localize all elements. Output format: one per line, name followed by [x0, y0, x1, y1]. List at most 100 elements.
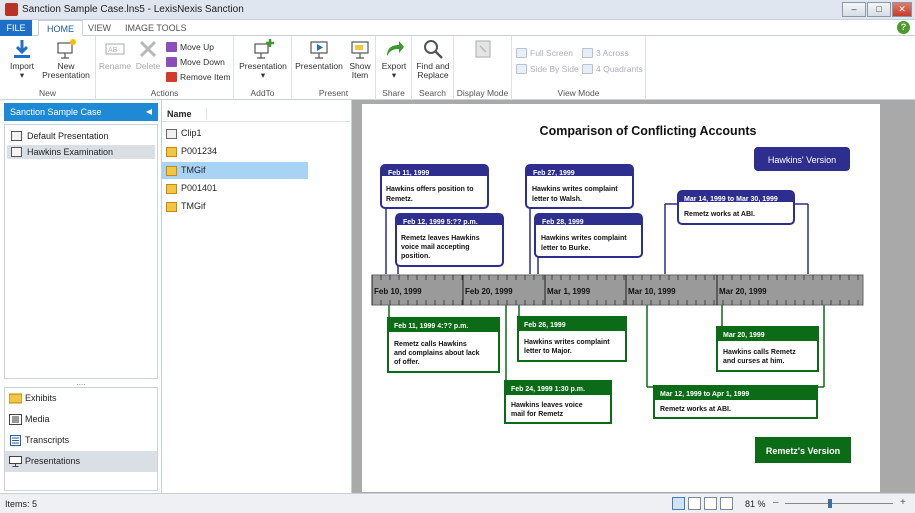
- presentations-icon: [9, 456, 22, 467]
- nav-item-transcripts[interactable]: Transcripts: [5, 430, 157, 451]
- maximize-button[interactable]: □: [867, 2, 891, 17]
- zoom-out-button[interactable]: –: [773, 497, 779, 508]
- ribbon-group-actions: AB Rename Delete Move Up Move Down Remov…: [96, 36, 234, 100]
- nav-item-media[interactable]: Media: [5, 409, 157, 430]
- case-header[interactable]: Sanction Sample Case ◀: [4, 103, 158, 121]
- tab-file[interactable]: FILE: [0, 20, 32, 36]
- side-by-side-icon: [516, 64, 527, 74]
- ribbon-group-share: Export ▾ Share: [376, 36, 412, 100]
- rename-button[interactable]: AB Rename: [98, 38, 132, 71]
- svg-text:Hawkins offers position to: Hawkins offers position to: [386, 186, 474, 193]
- import-button[interactable]: Import ▾: [6, 38, 38, 80]
- remetz-event: Feb 11, 1999 4:?? p.m. Remetz calls Hawk…: [387, 317, 500, 373]
- image-icon: [166, 147, 177, 157]
- tab-image-tools[interactable]: IMAGE TOOLS: [117, 20, 195, 36]
- collapse-chevron-icon[interactable]: ◀: [146, 103, 152, 121]
- svg-text:Feb 11, 1999 4:?? p.m.: Feb 11, 1999 4:?? p.m.: [394, 323, 468, 330]
- presentation-item-default[interactable]: Default Presentation: [7, 129, 155, 143]
- transcripts-icon: [10, 435, 21, 446]
- remetz-event: Mar 20, 1999 Hawkins calls Remetz and cu…: [716, 326, 819, 372]
- find-replace-button[interactable]: Find and Replace: [414, 38, 452, 80]
- media-icon: [9, 414, 22, 425]
- list-item[interactable]: Clip1: [162, 125, 308, 142]
- move-down-button[interactable]: Move Down: [166, 55, 225, 69]
- group-label-actions: Actions: [150, 88, 179, 98]
- add-to-presentation-button[interactable]: Presentation ▾: [237, 38, 289, 80]
- delete-button[interactable]: Delete: [133, 38, 163, 71]
- actual-size-icon[interactable]: [720, 497, 733, 510]
- hawkins-event: Feb 27, 1999 Hawkins writes complaint le…: [525, 164, 634, 209]
- new-presentation-icon: [57, 39, 76, 59]
- move-up-button[interactable]: Move Up: [166, 40, 214, 54]
- slide-title: Comparison of Conflicting Accounts: [540, 124, 757, 138]
- timeline-graphic: Comparison of Conflicting Accounts Hawki…: [371, 124, 864, 463]
- tab-view[interactable]: VIEW: [80, 20, 119, 36]
- svg-text:letter to Major.: letter to Major.: [524, 348, 572, 355]
- svg-text:Remetz works at ABI.: Remetz works at ABI.: [660, 406, 731, 413]
- svg-text:Hawkins leaves voice: Hawkins leaves voice: [511, 402, 583, 409]
- list-item[interactable]: P001401: [162, 180, 308, 197]
- svg-text:Feb 27, 1999: Feb 27, 1999: [533, 170, 575, 177]
- hawkins-event: Feb 11, 1999 Hawkins offers position to …: [380, 164, 489, 209]
- ribbon-group-view-mode: Full Screen 3 Across Side By Side 4 Quad…: [512, 36, 646, 100]
- move-down-icon: [166, 57, 177, 67]
- three-across-button[interactable]: 3 Across: [582, 46, 629, 60]
- svg-text:voice mail accepting: voice mail accepting: [401, 244, 469, 251]
- svg-text:Feb 12, 1999 5:?? p.m.: Feb 12, 1999 5:?? p.m.: [403, 219, 478, 226]
- svg-text:position.: position.: [401, 253, 430, 260]
- zoom-slider-track[interactable]: [785, 503, 893, 504]
- help-icon[interactable]: ?: [897, 21, 910, 34]
- show-item-button[interactable]: Show Item: [346, 38, 374, 80]
- list-item[interactable]: TMGif: [162, 162, 308, 179]
- fit-height-icon[interactable]: [704, 497, 717, 510]
- svg-text:letter to Walsh.: letter to Walsh.: [532, 196, 582, 203]
- svg-text:Remetz works at ABI.: Remetz works at ABI.: [684, 211, 755, 218]
- move-up-icon: [166, 42, 177, 52]
- item-count: Items: 5: [5, 499, 38, 509]
- image-icon: [166, 202, 177, 212]
- navigation-list: Exhibits Media Transcripts Presentations: [4, 387, 158, 491]
- tab-home[interactable]: HOME: [38, 20, 83, 36]
- zoom-in-button[interactable]: +: [900, 497, 906, 508]
- svg-text:Feb 11, 1999: Feb 11, 1999: [388, 170, 429, 177]
- svg-text:Remetz calls Hawkins: Remetz calls Hawkins: [394, 341, 467, 348]
- splitter-grip[interactable]: ....: [0, 379, 162, 387]
- image-icon: [166, 184, 177, 194]
- presentation-play-icon: [310, 41, 328, 59]
- svg-text:AB: AB: [108, 47, 118, 54]
- svg-text:Hawkins writes complaint: Hawkins writes complaint: [532, 186, 618, 193]
- display-mode-button[interactable]: [471, 38, 495, 62]
- remove-item-button[interactable]: Remove Item: [166, 70, 231, 84]
- present-presentation-button[interactable]: Presentation: [294, 38, 344, 71]
- nav-item-presentations[interactable]: Presentations: [5, 451, 157, 472]
- svg-text:Remetz.: Remetz.: [386, 196, 413, 203]
- close-button[interactable]: ✕: [892, 2, 912, 17]
- minimize-button[interactable]: –: [842, 2, 866, 17]
- group-label-display-mode: Display Mode: [456, 88, 509, 98]
- zoom-slider-thumb[interactable]: [828, 499, 832, 508]
- new-presentation-button[interactable]: New Presentation: [40, 38, 92, 80]
- column-header-name[interactable]: Name: [162, 106, 352, 122]
- svg-text:Hawkins writes complaint: Hawkins writes complaint: [541, 235, 627, 242]
- list-item[interactable]: P001234: [162, 143, 308, 160]
- full-screen-icon: [516, 48, 527, 58]
- items-panel: Name Clip1 P001234 TMGif P001401 TMGif: [162, 100, 352, 493]
- svg-text:Remetz leaves Hawkins: Remetz leaves Hawkins: [401, 235, 480, 242]
- fit-width-icon[interactable]: [688, 497, 701, 510]
- presentation-item-hawkins[interactable]: Hawkins Examination: [7, 145, 155, 159]
- nav-item-exhibits[interactable]: Exhibits: [5, 388, 157, 409]
- group-label-addto: AddTo: [250, 88, 275, 98]
- svg-text:Mar 1, 1999: Mar 1, 1999: [547, 287, 591, 296]
- export-button[interactable]: Export ▾: [379, 38, 409, 80]
- delete-icon: [139, 40, 157, 58]
- fit-page-icon[interactable]: [672, 497, 685, 510]
- svg-text:Mar 14, 1999 to Mar 30, 1999: Mar 14, 1999 to Mar 30, 1999: [684, 196, 778, 203]
- four-quadrants-icon: [582, 64, 593, 74]
- side-by-side-button[interactable]: Side By Side: [516, 62, 579, 76]
- ribbon-group-addto: Presentation ▾ AddTo: [234, 36, 292, 100]
- full-screen-button[interactable]: Full Screen: [516, 46, 573, 60]
- four-quadrants-button[interactable]: 4 Quadrants: [582, 62, 643, 76]
- list-item[interactable]: TMGif: [162, 198, 308, 215]
- presentation-icon: [11, 131, 22, 141]
- group-label-new: New: [38, 88, 56, 98]
